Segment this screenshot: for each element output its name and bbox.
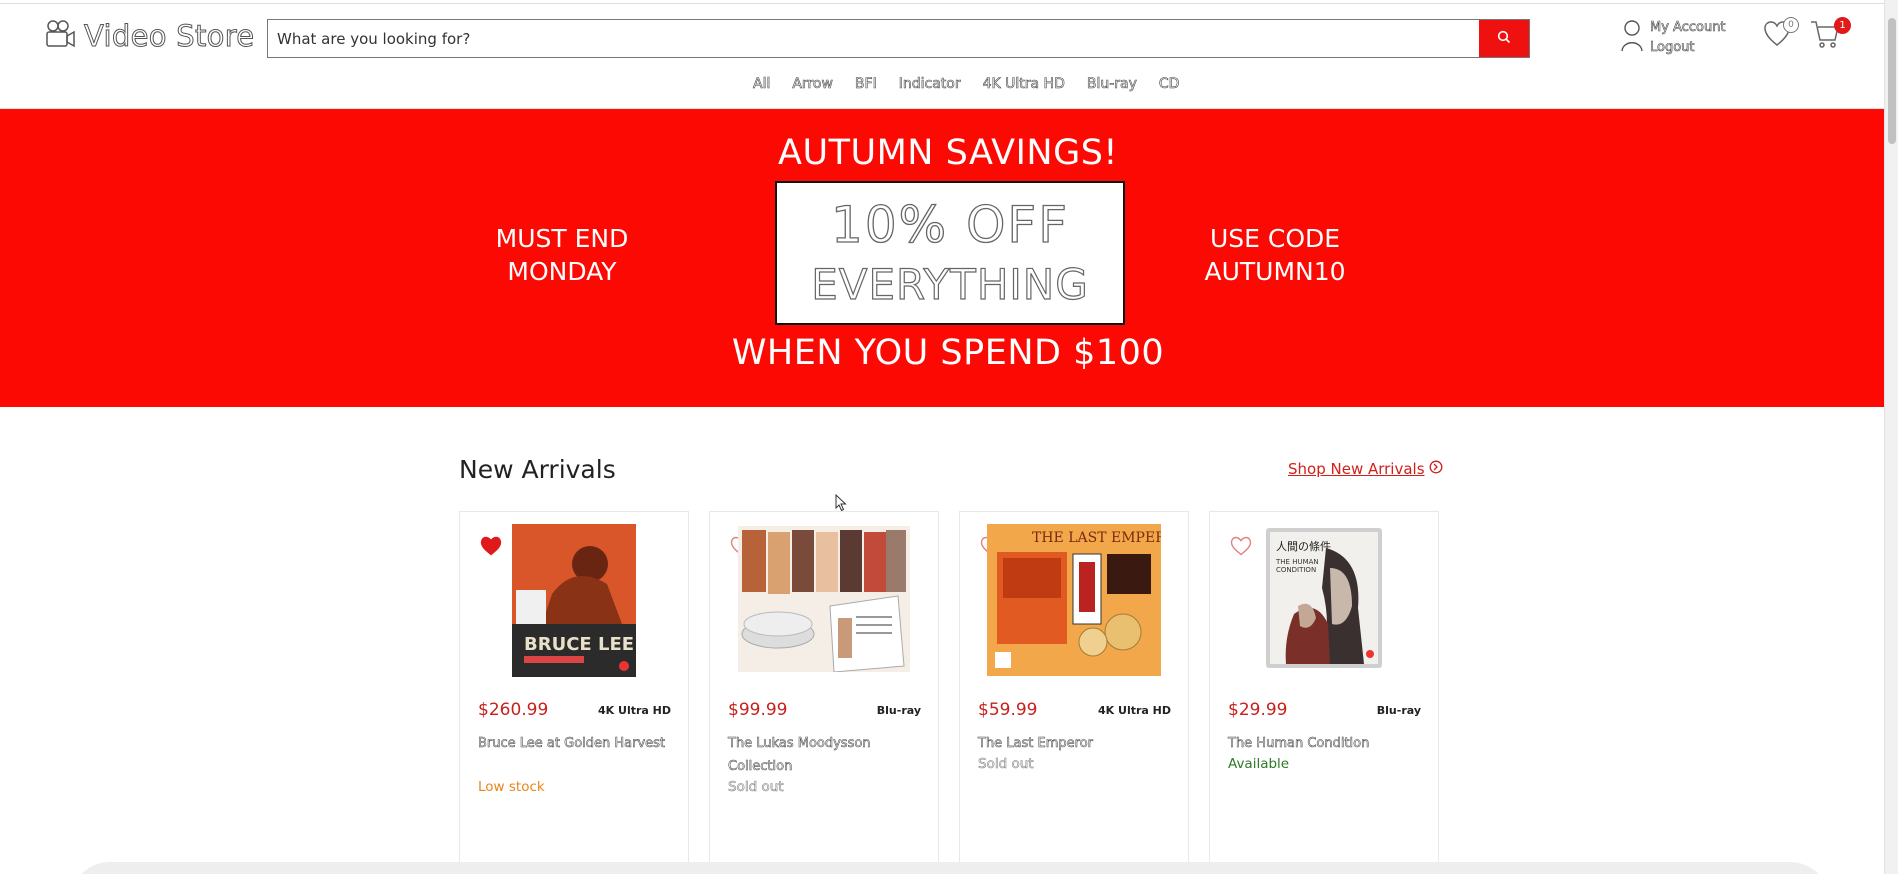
account-menu[interactable]: My Account Logout (1620, 18, 1726, 58)
nav-item-cd[interactable]: CD (1159, 76, 1180, 93)
product-title[interactable]: The Lukas Moodysson Collection (728, 732, 923, 778)
search-button[interactable] (1479, 20, 1529, 57)
section-title: New Arrivals (459, 455, 616, 484)
product-title[interactable]: Bruce Lee at Golden Harvest (478, 732, 673, 755)
banner-right-line1: USE CODE (1209, 224, 1341, 253)
product-title[interactable]: The Last Emperor (978, 732, 1173, 755)
svg-text:THE LAST EMPEROR: THE LAST EMPEROR (1032, 530, 1161, 546)
banner-headline: AUTUMN SAVINGS! (778, 133, 1118, 173)
product-stock-status: Available (1228, 756, 1290, 772)
nav-item-arrow[interactable]: Arrow (792, 76, 833, 93)
product-image[interactable]: BRUCE LEE (512, 524, 636, 681)
shop-new-arrivals-link[interactable]: Shop New Arrivals (1288, 460, 1443, 478)
product-title[interactable]: The Human Condition (1228, 732, 1423, 755)
top-border (0, 0, 1898, 4)
product-image[interactable]: 人間の條件 THE HUMAN CONDITION (1266, 528, 1382, 672)
favorite-heart-icon[interactable] (480, 536, 502, 560)
svg-text:人間の條件: 人間の條件 (1276, 539, 1331, 553)
product-image[interactable]: THE LAST EMPEROR (987, 524, 1188, 680)
wishlist-count-badge: 0 (1783, 17, 1799, 33)
product-card[interactable]: 人間の條件 THE HUMAN CONDITION $29.99 Blu-ray The … (1209, 511, 1439, 871)
scrollbar[interactable] (1884, 0, 1898, 874)
product-format: 4K Ultra HD (598, 704, 671, 717)
banner-left-line1: MUST END (495, 224, 629, 253)
banner-right-text: USE CODE AUTUMN10 (1185, 222, 1365, 288)
heart-icon (1762, 21, 1792, 52)
product-format: 4K Ultra HD (1098, 704, 1171, 717)
promo-banner[interactable]: AUTUMN SAVINGS! MUST END MONDAY 10% OFF … (0, 109, 1884, 407)
logo-text: Video Store (83, 19, 255, 54)
nav-item-bfi[interactable]: BFI (855, 76, 877, 93)
banner-bottom-text: WHEN YOU SPEND $100 (731, 333, 1165, 373)
product-card[interactable]: THE LAST EMPEROR $59.99 4K Ultra HD The Las… (959, 511, 1189, 871)
product-stock-status: Sold out (728, 779, 784, 796)
svg-text:THE HUMAN: THE HUMAN (1275, 558, 1319, 566)
banner-right-line2: AUTUMN10 (1204, 257, 1346, 286)
page: Video Store My Account Logout (0, 0, 1898, 874)
my-account-link[interactable]: My Account (1650, 18, 1726, 38)
nav-item-blu-ray[interactable]: Blu-ray (1087, 76, 1138, 93)
product-price: $29.99 (1228, 700, 1288, 720)
product-price: $260.99 (478, 700, 549, 720)
search-icon (1497, 29, 1511, 48)
logo[interactable]: Video Store (44, 18, 255, 54)
product-card[interactable]: BRUCE LEE $260.99 4K Ultra HD Bruce Lee at … (459, 511, 689, 871)
banner-offer-line2: EVERYTHING (811, 259, 1089, 309)
cart-icon (1810, 21, 1840, 54)
nav-item-4k-ultra-hd[interactable]: 4K Ultra HD (982, 76, 1065, 93)
nav-item-indicator[interactable]: Indicator (898, 76, 960, 93)
arrow-circle-icon (1429, 460, 1443, 478)
mouse-cursor-icon (835, 493, 847, 516)
product-card[interactable]: $99.99 Blu-ray The Lukas Moodysson Collect… (709, 511, 939, 871)
svg-text:BRUCE LEE: BRUCE LEE (524, 634, 634, 655)
cart-count-badge: 1 (1834, 17, 1851, 34)
favorite-heart-icon[interactable] (1230, 536, 1252, 560)
banner-left-text: MUST END MONDAY (470, 222, 654, 288)
banner-offer-line1: 10% OFF (830, 195, 1069, 254)
search-input[interactable] (268, 20, 1479, 57)
banner-left-line2: MONDAY (507, 257, 617, 286)
banner-offer-box: 10% OFF EVERYTHING (775, 181, 1125, 325)
logout-link[interactable]: Logout (1650, 38, 1726, 58)
svg-text:CONDITION: CONDITION (1276, 566, 1316, 574)
product-format: Blu-ray (876, 704, 921, 717)
nav-item-all[interactable]: All (753, 76, 771, 93)
shop-new-arrivals-label: Shop New Arrivals (1288, 460, 1425, 478)
product-grid: BRUCE LEE $260.99 4K Ultra HD Bruce Lee at … (459, 511, 1439, 871)
product-format: Blu-ray (1376, 704, 1421, 717)
scrollbar-thumb[interactable] (1888, 18, 1896, 144)
user-icon (1620, 18, 1644, 56)
product-price: $59.99 (978, 700, 1038, 720)
product-image[interactable] (738, 526, 910, 676)
product-price: $99.99 (728, 700, 788, 720)
footer-edge (70, 862, 1830, 874)
product-stock-status: Low stock (478, 779, 545, 795)
product-stock-status: Sold out (978, 756, 1034, 773)
camera-icon (44, 18, 76, 54)
search-bar (267, 19, 1530, 58)
